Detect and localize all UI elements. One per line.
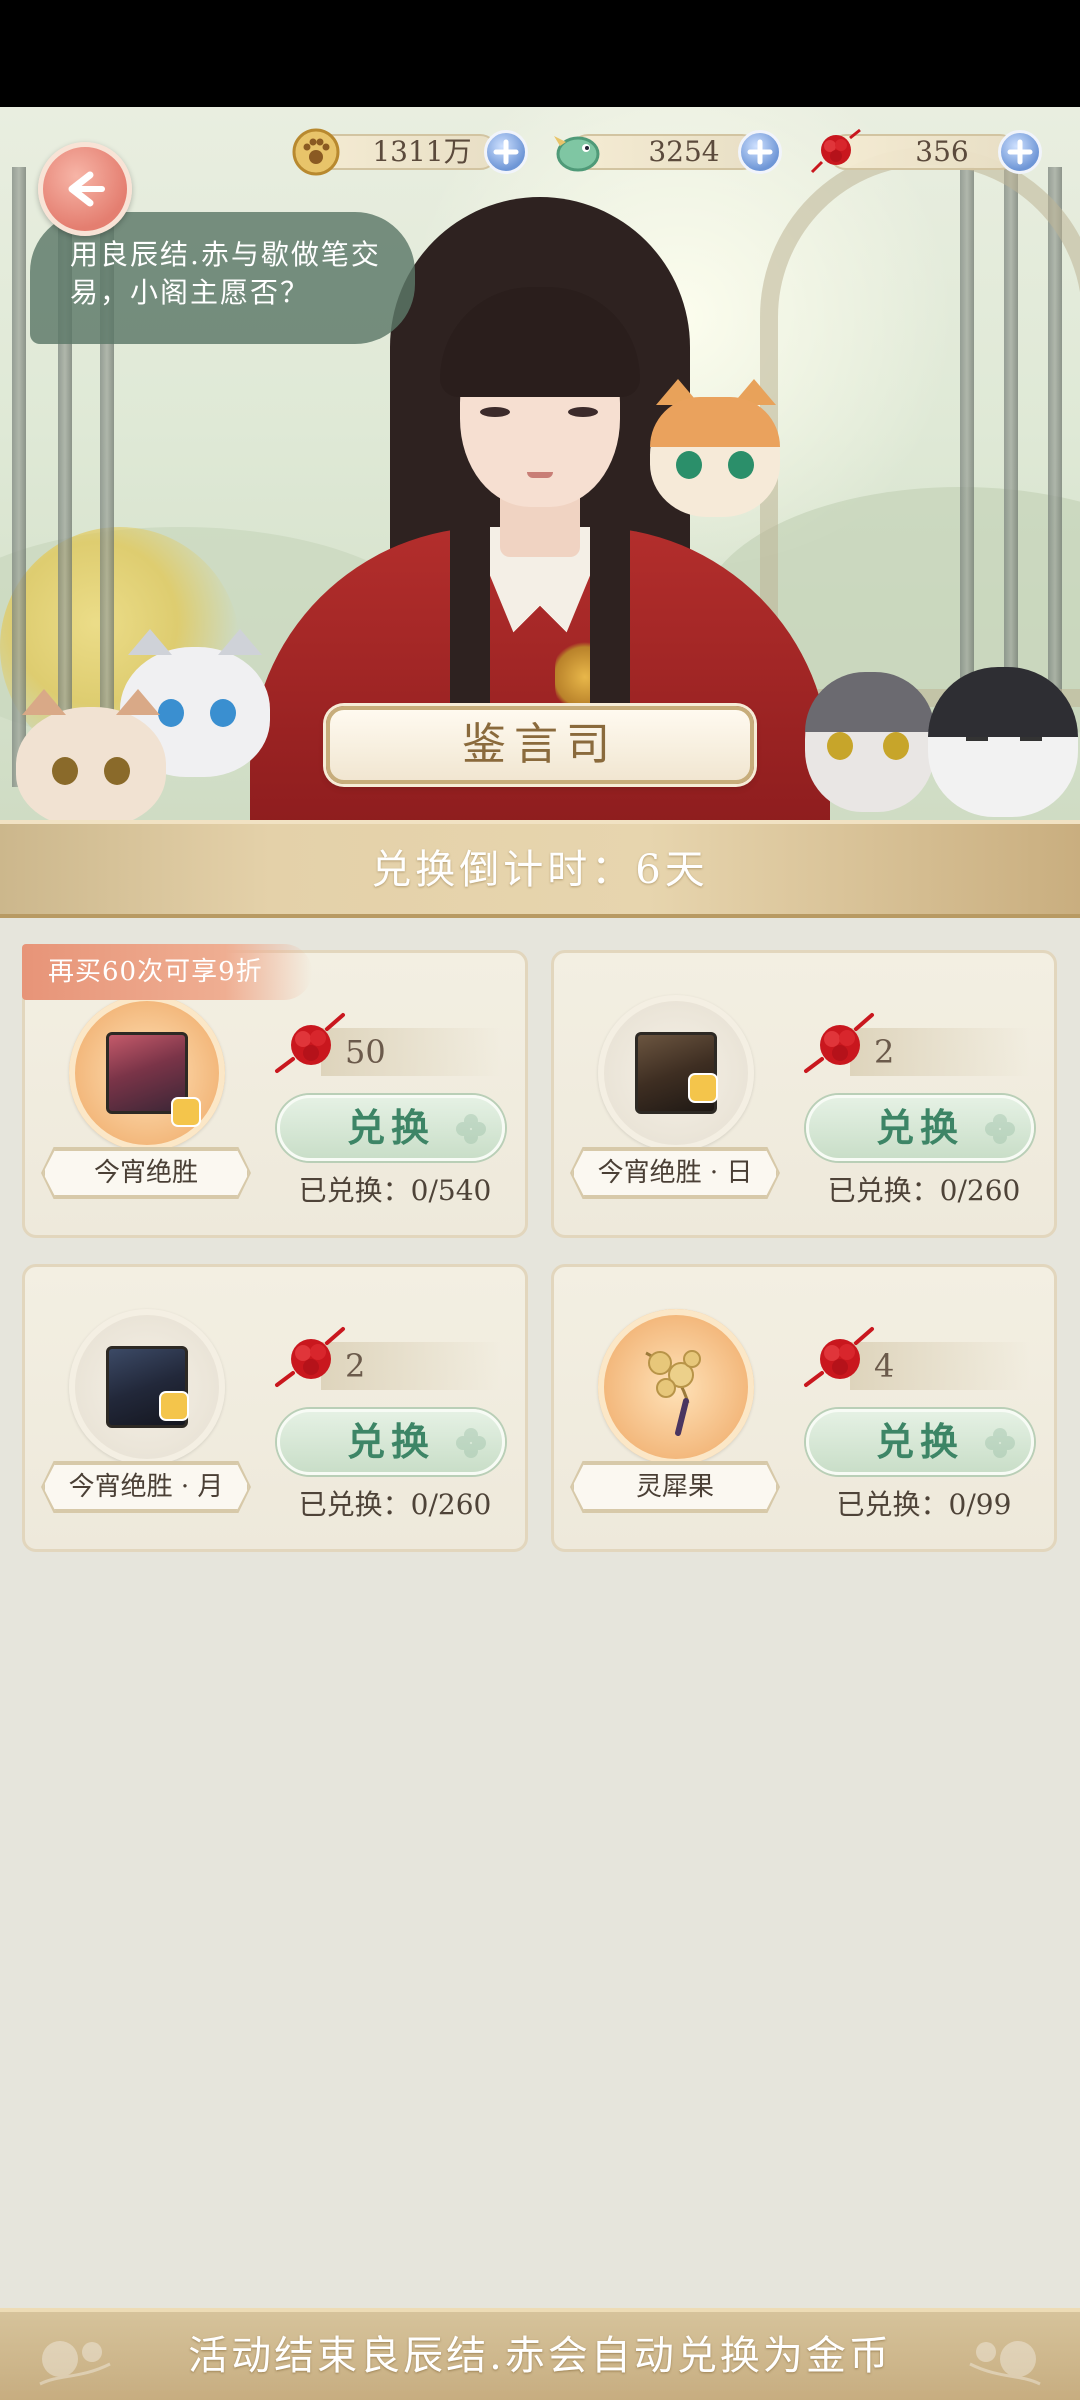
redeemed-count: 已兑换：0/540 (298, 1174, 492, 1207)
item-name: 今宵绝胜 · 月 (43, 1463, 249, 1511)
add-jade-button[interactable] (738, 130, 782, 174)
puzzle-piece-icon (173, 1099, 199, 1125)
exchange-button-label: 兑换 (875, 1419, 964, 1464)
plus-icon (1007, 139, 1033, 165)
item-name: 今宵绝胜 (43, 1149, 249, 1197)
golden-fruit-charm-icon (645, 1350, 701, 1436)
exchange-button[interactable]: 兑换 (277, 1095, 505, 1161)
exchange-button-label: 兑换 (346, 1105, 435, 1150)
exchange-button[interactable]: 兑换 (806, 1409, 1034, 1475)
item-name: 灵犀果 (572, 1463, 778, 1511)
jade-amount: 3254 (648, 135, 720, 168)
exchange-button[interactable]: 兑换 (277, 1409, 505, 1475)
cat-grey-right (805, 672, 935, 812)
shop-title-plaque: 鉴言司 (326, 706, 754, 784)
red-knot-icon (810, 126, 862, 178)
flower-ornament-icon (39, 2341, 111, 2386)
status-bar-area (0, 0, 1080, 107)
paw-coin-icon (290, 126, 342, 178)
footer-notice: 活动结束良辰结.赤会自动兑换为金币 (0, 2308, 1080, 2400)
exchange-item-card: 今宵绝胜 · 日 2 兑换 已兑换：0/260 (551, 950, 1057, 1238)
cat-black-white-right (928, 667, 1078, 817)
item-price: 2 (345, 1347, 366, 1385)
arrow-left-icon (68, 171, 105, 207)
plus-icon (493, 139, 519, 165)
item-price: 50 (345, 1033, 386, 1071)
item-price: 4 (874, 1347, 895, 1385)
cat-orange-right (650, 379, 780, 517)
clover-ornament-icon (456, 1114, 486, 1144)
red-knot-icon (804, 1327, 874, 1387)
red-knot-amount: 356 (915, 135, 969, 168)
exchange-item-card: 今宵绝胜 · 月 2 兑换 已兑换：0/260 (22, 1264, 528, 1552)
redeemed-count: 已兑换：0/260 (827, 1174, 1021, 1207)
jade-bird-icon (552, 126, 604, 178)
clover-ornament-icon (985, 1114, 1015, 1144)
clover-ornament-icon (456, 1428, 486, 1458)
flower-ornament-icon (969, 2341, 1041, 2386)
red-knot-icon (275, 1327, 345, 1387)
item-icon-frame (69, 1309, 225, 1465)
exchange-button-label: 兑换 (346, 1419, 435, 1464)
exchange-button-label: 兑换 (875, 1105, 964, 1150)
discount-badge: 再买60次可享9折 (22, 944, 312, 1000)
plus-icon (747, 139, 773, 165)
exchange-shop-screen: 用良辰结.赤与歇做笔交易，小阁主愿否？ 1311万 3254 356 鉴言司 兑… (0, 0, 1080, 2400)
currency-red-knot: 356 (810, 128, 1050, 174)
red-knot-icon (275, 1013, 345, 1073)
countdown-banner: 兑换倒计时：6天 (0, 820, 1080, 918)
exchange-button[interactable]: 兑换 (806, 1095, 1034, 1161)
redeemed-count: 已兑换：0/260 (298, 1488, 492, 1521)
item-icon-frame (598, 995, 754, 1151)
clover-ornament-icon (985, 1428, 1015, 1458)
currency-coins: 1311万 (290, 128, 530, 176)
back-button[interactable] (38, 142, 132, 236)
item-price: 2 (874, 1033, 895, 1071)
currency-jade: 3254 (552, 130, 792, 174)
add-red-knot-button[interactable] (998, 130, 1042, 174)
item-icon-frame (69, 995, 225, 1151)
item-name: 今宵绝胜 · 日 (572, 1149, 778, 1197)
footer-notice-text: 活动结束良辰结.赤会自动兑换为金币 (188, 2333, 892, 2379)
cat-cream-left (16, 689, 166, 820)
puzzle-artwork-icon (635, 1032, 717, 1114)
coin-amount: 1311万 (372, 135, 472, 168)
red-knot-icon (804, 1013, 874, 1073)
puzzle-piece-icon (161, 1393, 187, 1419)
exchange-item-card: 灵犀果 4 兑换 已兑换：0/99 (551, 1264, 1057, 1552)
item-icon-frame (598, 1309, 754, 1465)
add-coins-button[interactable] (484, 130, 528, 174)
puzzle-piece-icon (690, 1075, 716, 1101)
redeemed-count: 已兑换：0/99 (836, 1488, 1012, 1521)
